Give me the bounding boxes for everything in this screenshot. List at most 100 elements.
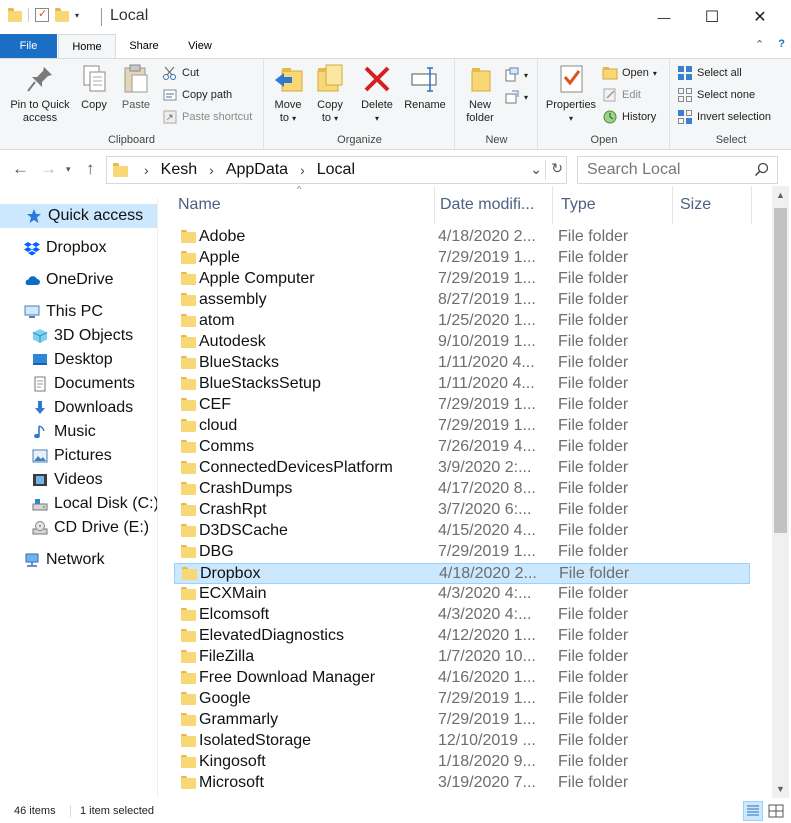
- table-row[interactable]: Comms 7/26/2019 4... File folder: [174, 437, 750, 458]
- sidebar-item-cd-drive[interactable]: CD Drive (E:): [0, 516, 149, 540]
- table-row[interactable]: Autodesk 9/10/2019 1... File folder: [174, 332, 750, 353]
- breadcrumb-local[interactable]: Local: [317, 161, 355, 179]
- sidebar-item-documents[interactable]: Documents: [0, 372, 135, 396]
- table-row[interactable]: Kingosoft 1/18/2020 9... File folder: [174, 752, 750, 773]
- rename-button[interactable]: Rename: [401, 63, 449, 112]
- open-button[interactable]: Open ▾: [602, 63, 657, 83]
- column-header-type[interactable]: Type: [553, 186, 673, 224]
- sidebar-item-downloads[interactable]: Downloads: [0, 396, 133, 420]
- table-row[interactable]: Dropbox 4/18/2020 2... File folder: [174, 563, 750, 584]
- sidebar-item-this-pc[interactable]: This PC: [0, 300, 103, 324]
- table-row[interactable]: ConnectedDevicesPlatform 3/9/2020 2:... Fi…: [174, 458, 750, 479]
- history-button[interactable]: History: [602, 107, 656, 127]
- table-row[interactable]: Elcomsoft 4/3/2020 4:... File folder: [174, 605, 750, 626]
- table-row[interactable]: Apple Computer 7/29/2019 1... File folder: [174, 269, 750, 290]
- vertical-scrollbar[interactable]: ▲ ▼: [772, 186, 789, 798]
- properties-check-icon[interactable]: ✓: [35, 8, 49, 22]
- new-folder-quick-icon[interactable]: [55, 8, 69, 22]
- new-item-button[interactable]: ▾: [504, 65, 528, 85]
- up-arrow-icon[interactable]: ↑: [86, 159, 95, 179]
- new-folder-button[interactable]: New folder: [460, 63, 500, 125]
- table-row[interactable]: Apple 7/29/2019 1... File folder: [174, 248, 750, 269]
- table-row[interactable]: IsolatedStorage 12/10/2019 ... File folder: [174, 731, 750, 752]
- edit-button[interactable]: Edit: [602, 85, 641, 105]
- breadcrumb-appdata[interactable]: AppData: [226, 161, 288, 179]
- scroll-up-arrow-icon[interactable]: ▲: [772, 186, 789, 204]
- sidebar-item-dropbox[interactable]: Dropbox: [0, 236, 106, 260]
- table-row[interactable]: CrashDumps 4/17/2020 8... File folder: [174, 479, 750, 500]
- column-header-size[interactable]: Size: [672, 186, 752, 224]
- table-row[interactable]: ECXMain 4/3/2020 4:... File folder: [174, 584, 750, 605]
- close-button[interactable]: ✕: [737, 0, 783, 34]
- table-row[interactable]: Adobe 4/18/2020 2... File folder: [174, 227, 750, 248]
- scrollbar-thumb[interactable]: [774, 208, 787, 533]
- collapse-ribbon-icon[interactable]: ⌃: [755, 38, 764, 51]
- table-row[interactable]: atom 1/25/2020 1... File folder: [174, 311, 750, 332]
- sidebar-item-quick-access[interactable]: Quick access: [0, 204, 157, 228]
- column-header-name[interactable]: Name: [170, 186, 435, 224]
- easy-access-button[interactable]: ▾: [504, 87, 528, 107]
- recent-locations-chevron-icon[interactable]: ▾: [66, 164, 71, 175]
- sidebar-item-3d-objects[interactable]: 3D Objects: [0, 324, 133, 348]
- back-arrow-icon[interactable]: ←: [12, 159, 29, 179]
- sidebar-item-music[interactable]: Music: [0, 420, 96, 444]
- table-row[interactable]: D3DSCache 4/15/2020 4... File folder: [174, 521, 750, 542]
- customize-toolbar-icon[interactable]: ▾: [75, 11, 79, 20]
- search-input[interactable]: Search Local: [577, 156, 778, 184]
- select-all-button[interactable]: Select all: [677, 63, 742, 83]
- folder-icon: [181, 398, 196, 411]
- tab-file[interactable]: File: [0, 34, 57, 58]
- sidebar-item-desktop[interactable]: Desktop: [0, 348, 113, 372]
- sidebar-item-videos[interactable]: Videos: [0, 468, 103, 492]
- address-bar[interactable]: › Kesh › AppData › Local ⌄ ↻: [106, 156, 567, 184]
- refresh-icon[interactable]: ↻: [551, 160, 563, 177]
- breadcrumb-chevron-icon[interactable]: ›: [300, 162, 305, 178]
- table-row[interactable]: Grammarly 7/29/2019 1... File folder: [174, 710, 750, 731]
- invert-selection-button[interactable]: Invert selection: [677, 107, 771, 127]
- breadcrumb-kesh[interactable]: Kesh: [161, 161, 197, 179]
- table-row[interactable]: FileZilla 1/7/2020 10... File folder: [174, 647, 750, 668]
- column-header-date-modified[interactable]: Date modifi...: [432, 186, 553, 224]
- breadcrumb-chevron-icon[interactable]: ›: [209, 162, 214, 178]
- large-icons-view-button[interactable]: [766, 801, 786, 821]
- file-name: D3DSCache: [199, 522, 288, 539]
- cut-button[interactable]: Cut: [162, 63, 199, 83]
- select-none-button[interactable]: Select none: [677, 85, 755, 105]
- tab-share[interactable]: Share: [118, 34, 170, 58]
- table-row[interactable]: cloud 7/29/2019 1... File folder: [174, 416, 750, 437]
- search-icon: [754, 162, 769, 182]
- table-row[interactable]: Free Download Manager 4/16/2020 1... File …: [174, 668, 750, 689]
- tab-view[interactable]: View: [172, 34, 228, 58]
- table-row[interactable]: assembly 8/27/2019 1... File folder: [174, 290, 750, 311]
- sidebar-item-local-disk[interactable]: Local Disk (C:): [0, 492, 159, 516]
- paste-button[interactable]: Paste: [116, 63, 156, 112]
- properties-button[interactable]: Properties ▾: [543, 63, 599, 125]
- pin-to-quick-access-button[interactable]: Pin to Quick access: [6, 63, 74, 125]
- paste-shortcut-button[interactable]: Paste shortcut: [162, 107, 252, 127]
- table-row[interactable]: BlueStacksSetup 1/11/2020 4... File folder: [174, 374, 750, 395]
- details-view-button[interactable]: [743, 801, 763, 821]
- address-dropdown-chevron-icon[interactable]: ⌄: [530, 161, 542, 178]
- copy-button[interactable]: Copy: [76, 63, 112, 112]
- table-row[interactable]: BlueStacks 1/11/2020 4... File folder: [174, 353, 750, 374]
- table-row[interactable]: CrashRpt 3/7/2020 6:... File folder: [174, 500, 750, 521]
- move-to-button[interactable]: Move to ▾: [271, 63, 305, 125]
- forward-arrow-icon[interactable]: →: [40, 159, 57, 179]
- sidebar-item-pictures[interactable]: Pictures: [0, 444, 112, 468]
- help-icon[interactable]: ?: [778, 38, 785, 51]
- maximize-button[interactable]: ☐: [689, 0, 735, 34]
- breadcrumb-chevron-icon[interactable]: ›: [144, 162, 149, 178]
- table-row[interactable]: Google 7/29/2019 1... File folder: [174, 689, 750, 710]
- minimize-button[interactable]: —: [641, 0, 687, 34]
- copy-to-button[interactable]: Copy to ▾: [313, 63, 347, 125]
- scroll-down-arrow-icon[interactable]: ▼: [772, 780, 789, 798]
- tab-home[interactable]: Home: [58, 34, 116, 59]
- delete-button[interactable]: Delete ▾: [359, 63, 395, 125]
- sidebar-item-onedrive[interactable]: OneDrive: [0, 268, 114, 292]
- copy-path-button[interactable]: Copy path: [162, 85, 232, 105]
- table-row[interactable]: ElevatedDiagnostics 4/12/2020 1... File fo…: [174, 626, 750, 647]
- table-row[interactable]: DBG 7/29/2019 1... File folder: [174, 542, 750, 563]
- sidebar-item-network[interactable]: Network: [0, 548, 105, 572]
- table-row[interactable]: Microsoft 3/19/2020 7... File folder: [174, 773, 750, 794]
- table-row[interactable]: CEF 7/29/2019 1... File folder: [174, 395, 750, 416]
